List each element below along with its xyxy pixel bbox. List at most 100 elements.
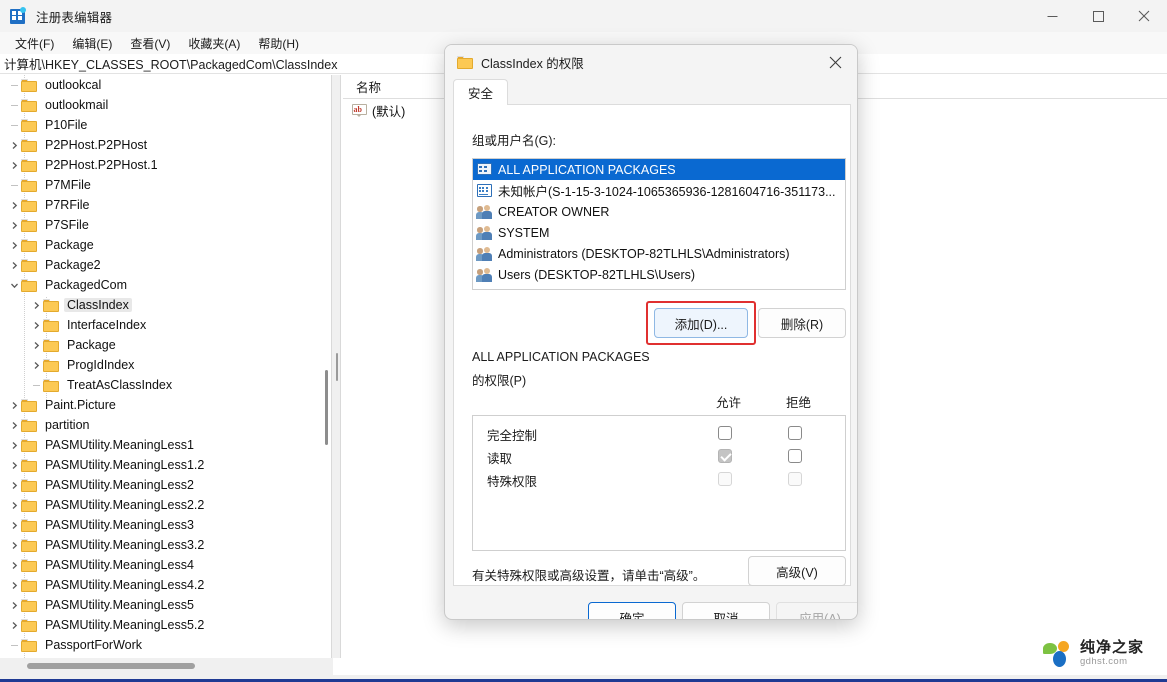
chevron-right-icon[interactable] bbox=[8, 155, 21, 175]
registry-tree[interactable]: outlookcal outlookmail P10File P2PHost.P2PH… bbox=[0, 75, 330, 658]
tree-leaf-stub[interactable] bbox=[30, 375, 43, 395]
chevron-right-icon[interactable] bbox=[8, 535, 21, 555]
chevron-right-icon[interactable] bbox=[8, 195, 21, 215]
tree-item-ClassIndex[interactable]: ClassIndex bbox=[0, 295, 330, 315]
menu-file[interactable]: 文件(F) bbox=[6, 33, 63, 54]
chevron-right-icon[interactable] bbox=[30, 335, 43, 355]
horizontal-scrollbar[interactable] bbox=[0, 658, 333, 675]
chevron-right-icon[interactable] bbox=[8, 255, 21, 275]
tree-item-Package[interactable]: Package bbox=[0, 335, 330, 355]
folder-icon bbox=[43, 318, 59, 332]
list-item[interactable]: SYSTEM bbox=[473, 222, 845, 243]
tree-item-PASMUtility.MeaningLess3[interactable]: PASMUtility.MeaningLess3 bbox=[0, 515, 330, 535]
list-item[interactable]: 未知帐户(S-1-15-3-1024-1065365936-1281604716… bbox=[473, 180, 845, 201]
chevron-right-icon[interactable] bbox=[30, 355, 43, 375]
tree-item-label: PackagedCom bbox=[45, 278, 127, 292]
chevron-right-icon[interactable] bbox=[8, 615, 21, 635]
tree-leaf-stub[interactable] bbox=[8, 95, 21, 115]
tree-item-PASMUtility.MeaningLess1[interactable]: PASMUtility.MeaningLess1 bbox=[0, 435, 330, 455]
tree-item-outlookmail[interactable]: outlookmail bbox=[0, 95, 330, 115]
splitter-grip[interactable] bbox=[336, 352, 338, 381]
chevron-right-icon[interactable] bbox=[8, 135, 21, 155]
tree-item-PASMUtility.MeaningLess1.2[interactable]: PASMUtility.MeaningLess1.2 bbox=[0, 455, 330, 475]
pane-splitter[interactable] bbox=[331, 75, 341, 658]
tree-item-label: partition bbox=[45, 418, 90, 432]
tree-item-InterfaceIndex[interactable]: InterfaceIndex bbox=[0, 315, 330, 335]
list-item[interactable]: CREATOR OWNER bbox=[473, 201, 845, 222]
tree-item-label: PASMUtility.MeaningLess5 bbox=[45, 598, 194, 612]
list-item[interactable]: ALL APPLICATION PACKAGES bbox=[473, 159, 845, 180]
tree-leaf-stub[interactable] bbox=[8, 75, 21, 95]
chevron-right-icon[interactable] bbox=[8, 515, 21, 535]
folder-icon bbox=[21, 598, 37, 612]
chevron-right-icon[interactable] bbox=[30, 315, 43, 335]
chevron-down-icon[interactable] bbox=[8, 275, 21, 295]
chevron-right-icon[interactable] bbox=[8, 595, 21, 615]
tree-item-Package[interactable]: Package bbox=[0, 235, 330, 255]
chevron-right-icon[interactable] bbox=[8, 455, 21, 475]
tree-item-PackagedCom[interactable]: PackagedCom bbox=[0, 275, 330, 295]
cancel-button[interactable]: 取消 bbox=[682, 602, 770, 619]
tree-item-ProgIdIndex[interactable]: ProgIdIndex bbox=[0, 355, 330, 375]
remove-button[interactable]: 删除(R) bbox=[758, 308, 846, 338]
tree-item-P10File[interactable]: P10File bbox=[0, 115, 330, 135]
chevron-right-icon[interactable] bbox=[8, 475, 21, 495]
tree-item-outlookcal[interactable]: outlookcal bbox=[0, 75, 330, 95]
chevron-right-icon[interactable] bbox=[8, 395, 21, 415]
tree-item-P7RFile[interactable]: P7RFile bbox=[0, 195, 330, 215]
tree-leaf-stub[interactable] bbox=[8, 635, 21, 655]
tree-item-partition[interactable]: partition bbox=[0, 415, 330, 435]
menu-edit[interactable]: 编辑(E) bbox=[63, 33, 121, 54]
unknown-account-icon bbox=[476, 183, 492, 198]
allow-checkbox[interactable] bbox=[718, 426, 732, 440]
menu-favorites[interactable]: 收藏夹(A) bbox=[179, 33, 249, 54]
tree-item-PASMUtility.MeaningLess5.2[interactable]: PASMUtility.MeaningLess5.2 bbox=[0, 615, 330, 635]
menu-view[interactable]: 查看(V) bbox=[121, 33, 179, 54]
advanced-button[interactable]: 高级(V) bbox=[748, 556, 846, 586]
list-item[interactable]: Users (DESKTOP-82TLHLS\Users) bbox=[473, 264, 845, 285]
tree-item-PASMUtility.MeaningLess4.2[interactable]: PASMUtility.MeaningLess4.2 bbox=[0, 575, 330, 595]
tree-item-P2PHost.P2PHost[interactable]: P2PHost.P2PHost bbox=[0, 135, 330, 155]
maximize-icon[interactable] bbox=[1075, 0, 1121, 32]
chevron-right-icon[interactable] bbox=[30, 295, 43, 315]
tree-item-PASMUtility.MeaningLess4[interactable]: PASMUtility.MeaningLess4 bbox=[0, 555, 330, 575]
tree-item-Package2[interactable]: Package2 bbox=[0, 255, 330, 275]
tree-item-PASMUtility.MeaningLess2[interactable]: PASMUtility.MeaningLess2 bbox=[0, 475, 330, 495]
tree-item-PASMUtility.MeaningLess3.2[interactable]: PASMUtility.MeaningLess3.2 bbox=[0, 535, 330, 555]
dialog-body: 安全 组或用户名(G): ALL APPLICATION PACKAGES 未知帐… bbox=[453, 79, 857, 619]
folder-icon bbox=[43, 298, 59, 312]
deny-checkbox[interactable] bbox=[788, 426, 802, 440]
group-user-list[interactable]: ALL APPLICATION PACKAGES 未知帐户(S-1-15-3-10… bbox=[472, 158, 846, 290]
tree-item-P7MFile[interactable]: P7MFile bbox=[0, 175, 330, 195]
chevron-right-icon[interactable] bbox=[8, 575, 21, 595]
tree-item-PASMUtility.MeaningLess2.2[interactable]: PASMUtility.MeaningLess2.2 bbox=[0, 495, 330, 515]
list-item[interactable]: Administrators (DESKTOP-82TLHLS\Administ… bbox=[473, 243, 845, 264]
permissions-table[interactable]: 完全控制 读取 特殊权限 bbox=[472, 415, 846, 551]
tree-leaf-stub[interactable] bbox=[8, 115, 21, 135]
tree-leaf-stub[interactable] bbox=[8, 175, 21, 195]
minimize-icon[interactable] bbox=[1029, 0, 1075, 32]
tree-item-Paint.Picture[interactable]: Paint.Picture bbox=[0, 395, 330, 415]
ok-button[interactable]: 确定 bbox=[588, 602, 676, 619]
chevron-right-icon[interactable] bbox=[8, 415, 21, 435]
registry-editor-icon bbox=[10, 6, 27, 25]
tab-security[interactable]: 安全 bbox=[453, 79, 508, 106]
chevron-right-icon[interactable] bbox=[8, 215, 21, 235]
chevron-right-icon[interactable] bbox=[8, 435, 21, 455]
tree-item-TreatAsClassIndex[interactable]: TreatAsClassIndex bbox=[0, 375, 330, 395]
tree-item-PassportForWork[interactable]: PassportForWork bbox=[0, 635, 330, 655]
close-icon[interactable] bbox=[1121, 0, 1167, 32]
tree-item-P7SFile[interactable]: P7SFile bbox=[0, 215, 330, 235]
tree-scrollbar[interactable] bbox=[322, 370, 331, 445]
users-icon bbox=[476, 246, 492, 261]
chevron-right-icon[interactable] bbox=[8, 495, 21, 515]
tree-item-label: P7RFile bbox=[45, 198, 90, 212]
user-name: CREATOR OWNER bbox=[498, 204, 610, 219]
tree-item-PASMUtility.MeaningLess5[interactable]: PASMUtility.MeaningLess5 bbox=[0, 595, 330, 615]
close-icon[interactable] bbox=[813, 45, 857, 79]
menu-help[interactable]: 帮助(H) bbox=[249, 33, 308, 54]
chevron-right-icon[interactable] bbox=[8, 235, 21, 255]
deny-checkbox[interactable] bbox=[788, 449, 802, 463]
tree-item-P2PHost.P2PHost.1[interactable]: P2PHost.P2PHost.1 bbox=[0, 155, 330, 175]
chevron-right-icon[interactable] bbox=[8, 555, 21, 575]
